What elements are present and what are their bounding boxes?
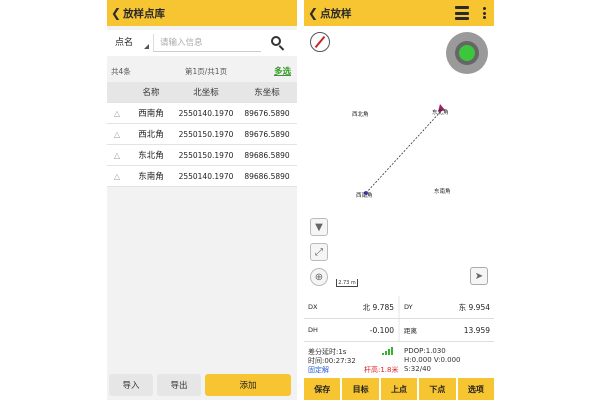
library-title-bar: ❮ 放样点库	[107, 0, 297, 26]
hv-precision: H:0.000 V:0.000	[404, 356, 461, 364]
table-row[interactable]: △ 东北角 2550150.1970 89686.5890	[107, 145, 297, 166]
pdop-value: PDOP:1.030	[404, 347, 446, 355]
dy-cell: DY 东 9.954	[400, 296, 494, 318]
rod-height: 杆高:1.8米	[364, 366, 399, 374]
stakeout-stats: DX 北 9.785 DY 东 9.954 DH -0.100 距离 13.95…	[304, 296, 494, 342]
options-button[interactable]: 选项	[457, 378, 494, 400]
point-triangle-icon: △	[113, 129, 121, 139]
field-select-dropdown[interactable]: 点名	[111, 35, 153, 51]
save-button[interactable]: 保存	[304, 378, 341, 400]
navigation-icon[interactable]: ➤	[470, 267, 488, 285]
page-title: 点放样	[320, 7, 352, 20]
rod-tool-icon[interactable]: ▼	[310, 218, 328, 236]
map-label-sw: 西南角	[356, 191, 373, 199]
stats-row: DX 北 9.785 DY 东 9.954	[304, 296, 494, 319]
point-stakeout-screen: ❮ 点放样 西北角 东北角 西南角 东南角 ▼ ⤢ ⊕ 2.73 m ➤ DX …	[304, 0, 494, 400]
table-row[interactable]: △ 东南角 2550140.1970 89686.5890	[107, 166, 297, 187]
col-header-east: 东坐标	[254, 88, 280, 98]
zoom-extent-icon[interactable]: ⤢	[310, 243, 328, 261]
search-row: 点名 请输入信息	[107, 30, 297, 56]
locate-icon[interactable]: ⊕	[310, 268, 328, 286]
import-button[interactable]: 导入	[109, 374, 153, 396]
table-header: 名称 北坐标 东坐标	[107, 82, 297, 103]
search-icon[interactable]	[271, 36, 285, 51]
compass-icon[interactable]	[310, 32, 330, 52]
map-label-nw: 西北角	[352, 110, 369, 118]
summary-row: 共4条 第1页/共1页 多选	[107, 64, 297, 78]
previous-point-button[interactable]: 上点	[380, 378, 418, 400]
fix-status: 固定解	[308, 366, 329, 374]
col-header-north: 北坐标	[193, 88, 219, 98]
back-arrow-icon[interactable]: ❮	[111, 6, 121, 20]
signal-strength-icon	[382, 347, 396, 355]
guide-line	[365, 109, 443, 194]
page-title: 放样点库	[123, 7, 166, 20]
stakeout-title-bar: ❮ 点放样	[304, 0, 494, 26]
table-row[interactable]: △ 西南角 2550140.1970 89676.5890	[107, 103, 297, 124]
back-arrow-icon[interactable]: ❮	[308, 6, 318, 20]
scale-bar: 2.73 m	[336, 279, 358, 287]
table-row[interactable]: △ 西北角 2550150.1970 89676.5890	[107, 124, 297, 145]
gnss-status-panel: 差分延时:1s PDOP:1.030 时间:00:27:32 H:0.000 V…	[304, 346, 494, 376]
dh-cell: DH -0.100	[304, 319, 398, 341]
more-options-icon[interactable]	[483, 7, 486, 19]
distance-cell: 距离 13.959	[400, 319, 494, 341]
position-target-icon	[446, 32, 488, 74]
point-triangle-icon: △	[113, 108, 121, 118]
field-select-label: 点名	[115, 38, 134, 48]
library-bottom-bar: 导入 导出 添加	[107, 370, 297, 400]
add-button[interactable]: 添加	[205, 374, 291, 396]
map-label-ne: 东北角	[432, 108, 449, 116]
record-count: 共4条	[111, 66, 131, 76]
dropdown-triangle-icon	[144, 44, 149, 49]
point-triangle-icon: △	[113, 150, 121, 160]
search-input[interactable]: 请输入信息	[153, 34, 261, 52]
point-triangle-icon: △	[113, 171, 121, 181]
dx-cell: DX 北 9.785	[304, 296, 398, 318]
points-table: 名称 北坐标 东坐标 △ 西南角 2550140.1970 89676.5890…	[107, 82, 297, 187]
col-header-name: 名称	[142, 88, 160, 98]
list-icon[interactable]	[455, 6, 469, 20]
export-button[interactable]: 导出	[157, 374, 201, 396]
stakeout-map[interactable]: 西北角 东北角 西南角 东南角	[304, 90, 494, 220]
satellite-count: S:32/40	[404, 365, 431, 373]
point-library-screen: ❮ 放样点库 点名 请输入信息 共4条 第1页/共1页 多选 名称 北坐标 东坐…	[107, 0, 297, 400]
map-label-se: 东南角	[434, 187, 451, 195]
target-button[interactable]: 目标	[342, 378, 379, 400]
page-indicator: 第1页/共1页	[185, 66, 228, 76]
stats-row: DH -0.100 距离 13.959	[304, 319, 494, 342]
stakeout-action-bar: 保存 目标 上点 下点 选项	[304, 378, 494, 400]
next-point-button[interactable]: 下点	[419, 378, 456, 400]
multi-select-link[interactable]: 多选	[274, 65, 291, 77]
